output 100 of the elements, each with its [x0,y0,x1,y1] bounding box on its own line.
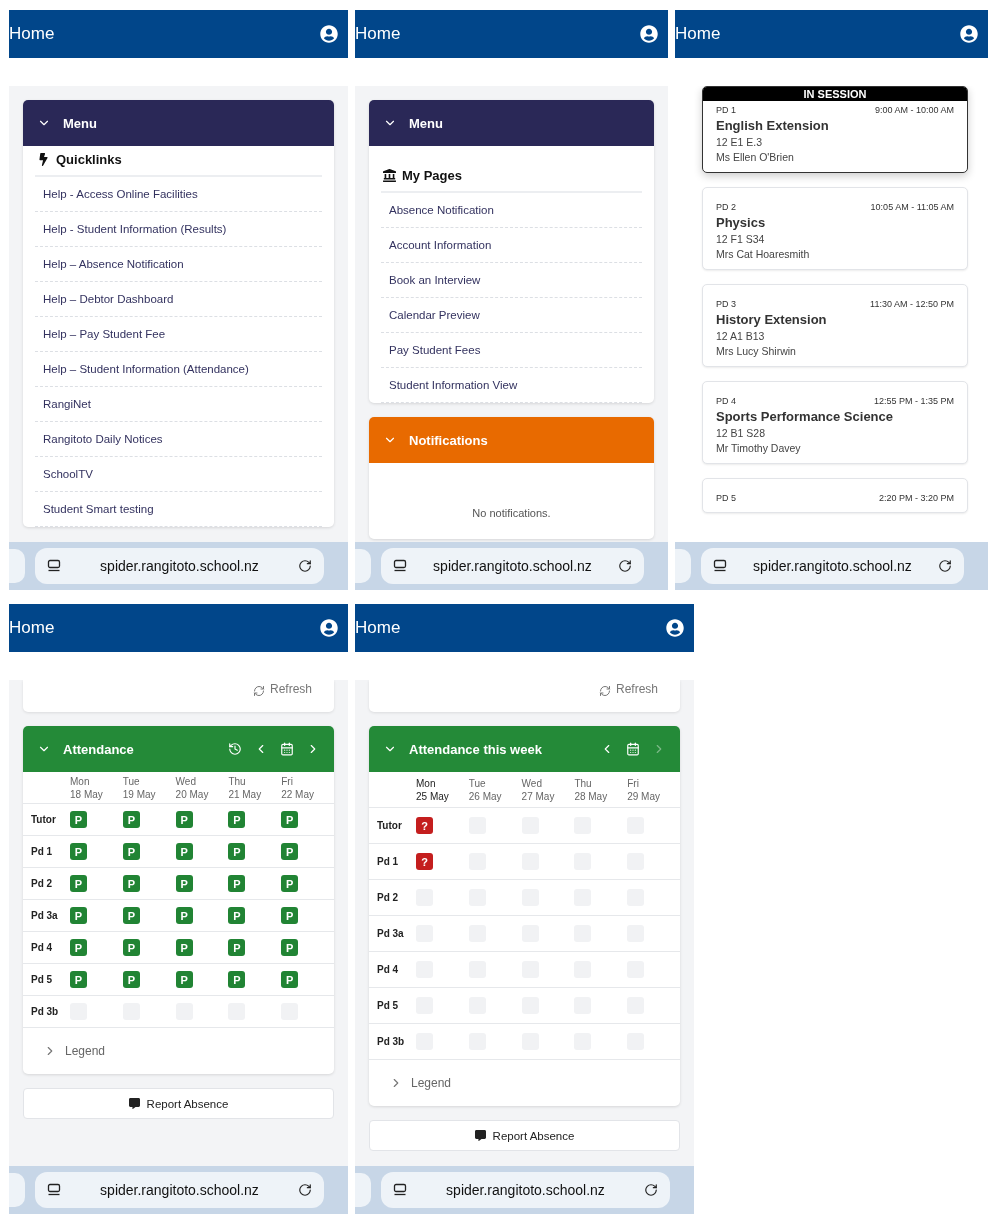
menu-link[interactable]: Rangitoto Daily Notices [35,422,322,457]
refresh-button[interactable]: Refresh [269,682,312,696]
menu-link[interactable]: Absence Notification [381,193,642,228]
room-code: 12 E1 E.3 [716,136,764,148]
present-mark[interactable]: P [228,843,246,860]
reload-icon[interactable] [298,559,312,573]
address-bar[interactable]: spider.rangitoto.school.nz [381,1172,670,1208]
present-mark[interactable]: P [175,939,193,956]
present-mark[interactable]: P [281,939,299,956]
attendance-title: Attendance this week [409,741,543,757]
present-mark[interactable]: P [122,907,140,924]
tabs-icon[interactable] [393,559,407,573]
menu-link[interactable]: Help – Absence Notification [35,247,322,282]
user-icon[interactable] [640,25,658,43]
present-mark[interactable]: P [281,907,299,924]
present-mark[interactable]: P [70,939,87,956]
present-mark[interactable]: P [70,875,87,892]
unknown-mark[interactable]: ? [416,817,433,834]
tabs-icon[interactable] [393,1183,407,1197]
page-title: Home [9,24,55,44]
history-icon[interactable] [228,742,242,756]
period-time: 12:55 PM - 1:35 PM [873,396,954,406]
period-card[interactable]: PD 3 11:30 AM - 12:50 PM History Extension 12 A1 B13 Mrs Lucy Shirwin [702,284,968,367]
present-mark[interactable]: P [70,971,87,988]
present-mark[interactable]: P [175,971,193,988]
day-header: Wed 27 May [521,772,575,808]
present-mark[interactable]: P [175,843,193,860]
menu-link[interactable]: Help – Pay Student Fee [35,317,322,352]
period-card[interactable]: PD 4 12:55 PM - 1:35 PM Sports Performance Science 12 B1 S28 Mr Timothy Davey [702,381,968,464]
user-icon[interactable] [320,25,338,43]
present-mark[interactable]: P [70,811,87,828]
refresh-icon [252,685,265,697]
menu-link[interactable]: Help – Student Information (Attendance) [35,352,322,387]
reload-icon[interactable] [298,1183,312,1197]
menu-link[interactable]: Book an Interview [381,263,642,298]
report-absence-button[interactable]: Report Absence [369,1120,680,1151]
reload-icon[interactable] [644,1183,658,1197]
period-card[interactable]: PD 5 2:20 PM - 3:20 PM [702,478,968,513]
address-bar[interactable]: spider.rangitoto.school.nz [701,548,964,584]
present-mark[interactable]: P [122,939,140,956]
refresh-button[interactable]: Refresh [615,682,658,696]
period-card[interactable]: IN SESSION PD 1 9:00 AM - 10:00 AM English Extension 12 E1 E.3 Ms Ellen O'Brien [702,86,968,173]
menu-link[interactable]: Student Smart testing [35,492,322,527]
address-bar[interactable]: spider.rangitoto.school.nz [381,548,644,584]
menu-link[interactable]: Calendar Preview [381,298,642,333]
address-bar[interactable]: spider.rangitoto.school.nz [35,548,324,584]
menu-link[interactable]: Student Information View [381,368,642,403]
present-mark[interactable]: P [175,875,193,892]
user-icon[interactable] [666,619,684,637]
address-bar[interactable]: spider.rangitoto.school.nz [35,1172,324,1208]
period-card[interactable]: PD 2 10:05 AM - 11:05 AM Physics 12 F1 S34 Mrs Cat Hoaresmith [702,187,968,270]
user-icon[interactable] [960,25,978,43]
period-label: PD 1 [716,105,736,115]
present-mark[interactable]: P [122,843,140,860]
menu-link[interactable]: SchoolTV [35,457,322,492]
present-mark[interactable]: P [70,843,87,860]
reload-icon[interactable] [938,559,952,573]
menu-link[interactable]: Help - Student Information (Results) [35,212,322,247]
present-mark[interactable]: P [122,971,140,988]
present-mark[interactable]: P [228,907,246,924]
menu-link[interactable]: RangiNet [35,387,322,422]
present-mark[interactable]: P [122,811,140,828]
present-mark[interactable]: P [281,811,299,828]
calendar-icon[interactable] [626,742,640,756]
page-title: Home [675,24,721,44]
present-mark[interactable]: P [70,907,87,924]
menu-link[interactable]: Help – Debtor Dashboard [35,282,322,317]
day-header: Thu 28 May [574,772,628,808]
notifications-header[interactable]: Notifications [369,417,654,463]
menu-link[interactable]: Account Information [381,228,642,263]
present-mark[interactable]: P [281,971,299,988]
day-header: Fri 29 May [627,772,680,808]
period-label: PD 2 [716,202,736,212]
present-mark[interactable]: P [228,971,246,988]
reload-icon[interactable] [618,559,632,573]
present-mark[interactable]: P [281,843,299,860]
present-mark[interactable]: P [228,939,246,956]
present-mark[interactable]: P [122,875,140,892]
in-session-badge: IN SESSION [703,87,967,101]
tabs-icon[interactable] [713,559,727,573]
menu-header[interactable]: Menu [369,100,654,146]
legend-toggle[interactable]: Legend [23,1028,126,1074]
calendar-icon[interactable] [280,742,294,756]
day-header: Thu 21 May [228,772,282,804]
present-mark[interactable]: P [175,811,193,828]
present-mark[interactable]: P [228,875,246,892]
menu-link[interactable]: Help - Access Online Facilities [35,177,322,212]
tabs-icon[interactable] [47,1183,61,1197]
user-icon[interactable] [320,619,338,637]
unknown-mark[interactable]: ? [416,853,433,870]
menu-header[interactable]: Menu [23,100,334,146]
present-mark[interactable]: P [281,875,299,892]
menu-link[interactable]: Pay Student Fees [381,333,642,368]
room-code: 12 B1 S28 [716,427,767,439]
day-header: Tue 19 May [122,772,176,804]
report-absence-button[interactable]: Report Absence [23,1088,334,1119]
legend-toggle[interactable]: Legend [369,1060,472,1106]
present-mark[interactable]: P [175,907,193,924]
present-mark[interactable]: P [228,811,246,828]
tabs-icon[interactable] [47,559,61,573]
